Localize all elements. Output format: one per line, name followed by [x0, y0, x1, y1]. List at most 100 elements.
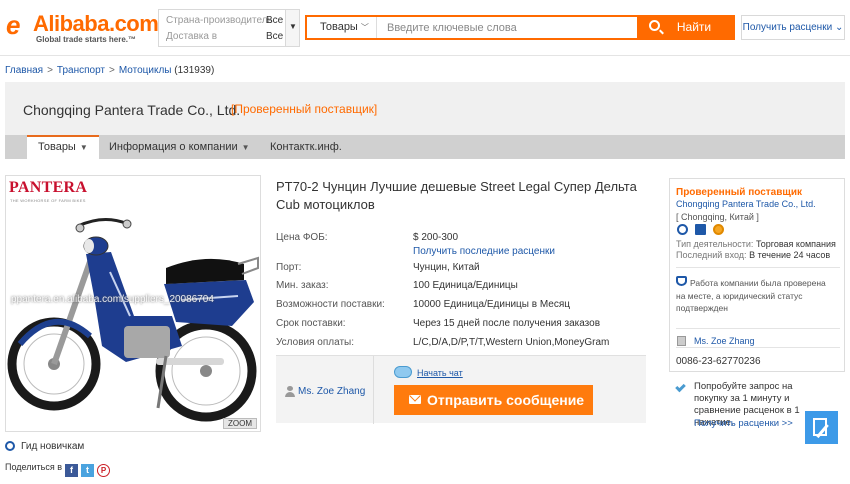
get-quotes-button[interactable]: Получить расценки ⌄ — [741, 15, 845, 40]
delivery-label: Доставка в — [166, 31, 218, 42]
breadcrumb-separator: > — [47, 65, 53, 76]
checkmark-icon — [675, 381, 686, 393]
breadcrumb-separator: > — [109, 65, 115, 76]
chat-icon[interactable] — [394, 366, 412, 378]
spec-value: $ 200-300 — [413, 232, 459, 243]
spec-value: 10000 Единица/Единицы в Месяц — [413, 299, 570, 310]
search-category-label: Товары — [320, 21, 358, 33]
spec-label: Возможности поставки: — [276, 299, 385, 310]
logo-mark-icon: e — [6, 10, 21, 40]
send-message-button[interactable]: Отправить сообщение — [394, 385, 593, 415]
search-bar: Товары﹀ Найти — [305, 15, 735, 40]
spec-value: L/C,D/A,D/P,T/T,Western Union,MoneyGram — [413, 337, 610, 348]
delivery-row: Доставка в Все — [166, 31, 283, 42]
supplier-heading: Проверенный поставщик — [676, 187, 802, 198]
latest-quotes-link[interactable]: Получить последние расценки — [413, 246, 555, 257]
search-button[interactable]: Найти — [637, 15, 733, 40]
divider — [676, 347, 840, 348]
share-label: Поделиться в — [5, 462, 62, 472]
search-icon — [5, 441, 15, 451]
pantera-logo-subtitle: THE WORKHORSE OF FARM BIKES — [10, 198, 86, 203]
breadcrumb-transport[interactable]: Транспорт — [57, 65, 105, 76]
breadcrumb-motorcycles[interactable]: Мотоциклы — [119, 65, 172, 76]
country-row: Страна-производитель Все — [166, 15, 283, 26]
divider — [676, 328, 840, 329]
share-bar: Поделиться вftP — [5, 462, 110, 477]
breadcrumb-home[interactable]: Главная — [5, 65, 43, 76]
logo-text: Alibaba.com — [33, 11, 159, 36]
pinterest-icon[interactable]: P — [96, 464, 110, 477]
tab-contacts-label: Контактк.инф. — [270, 141, 342, 153]
chevron-down-icon: ﹀ — [360, 23, 369, 32]
caret-down-icon: ▼ — [289, 22, 297, 31]
rfq-edit-icon[interactable] — [805, 411, 838, 444]
country-label: Страна-производитель — [166, 15, 273, 26]
clock-icon[interactable] — [677, 224, 688, 235]
breadcrumb-count: (131939) — [174, 65, 215, 76]
logo-tagline: Global trade starts here.™ — [36, 35, 137, 44]
site-header: e Alibaba.com Global trade starts here.™… — [0, 0, 850, 56]
breadcrumb: Главная > Транспорт > Мотоциклы (131939) — [5, 65, 214, 76]
start-chat-link[interactable]: Начать чат — [417, 368, 463, 378]
spec-label: Мин. заказ: — [276, 280, 329, 291]
spec-value: 100 Единица/Единицы — [413, 280, 518, 291]
business-type-label: Тип деятельности: — [676, 239, 754, 249]
beginners-guide-label: Гид новичкам — [21, 441, 85, 452]
search-category-select[interactable]: Товары ﹀ — [307, 17, 377, 38]
image-watermark: ppantera.en.alibaba.com/suppliers_200867… — [11, 294, 214, 305]
delivery-value: Все — [266, 31, 284, 42]
supplier-panel: Проверенный поставщик Chongqing Pantera … — [669, 178, 845, 372]
business-type-value: Торговая компания — [755, 239, 836, 249]
tab-contacts[interactable]: Контактк.инф. — [270, 135, 342, 159]
tab-products[interactable]: Товары ▼ — [27, 135, 99, 159]
supplier-location: [ Chongqing, Китай ] — [676, 212, 759, 222]
spec-label: Порт: — [276, 262, 302, 273]
spec-value: Чунцин, Китай — [413, 262, 480, 273]
last-login-label: Последний вход: — [676, 250, 747, 260]
region-selector[interactable]: Страна-производитель Все Доставка в Все … — [158, 9, 300, 47]
company-banner: Chongqing Pantera Trade Co., Ltd. [Прове… — [5, 82, 845, 135]
product-title: PT70-2 Чунцин Лучшие дешевые Street Lega… — [276, 179, 637, 212]
person-icon — [285, 386, 295, 397]
beginners-guide-link[interactable]: Гид новичкам — [5, 441, 84, 452]
gold-supplier-icon[interactable] — [713, 224, 724, 235]
country-value: Все — [266, 15, 284, 26]
get-quotes-label: Получить расценки — [742, 22, 833, 33]
spec-label: Срок поставки: — [276, 318, 346, 329]
verification-text: Работа компании была проверена на месте,… — [676, 278, 826, 313]
search-button-label: Найти — [676, 20, 712, 34]
spec-label: Цена ФОБ: — [276, 232, 328, 243]
twitter-icon[interactable]: t — [80, 464, 94, 477]
rfq-get-quotes-link[interactable]: Получить расценки >> — [694, 418, 793, 429]
spec-label: Условия оплаты: — [276, 337, 354, 348]
send-message-label: Отправить сообщение — [427, 392, 585, 408]
pantera-logo: PANTERA — [9, 179, 88, 196]
contact-name-link[interactable]: Ms. Zoe Zhang — [298, 386, 365, 397]
zoom-button[interactable]: ZOOM — [223, 418, 257, 429]
supplier-name-link[interactable]: Chongqing Pantera Trade Co., Ltd. — [676, 199, 816, 209]
last-login: Последний вход: В течение 24 часов — [676, 250, 830, 260]
business-type: Тип деятельности: Торговая компания — [676, 239, 836, 249]
envelope-icon — [409, 395, 421, 404]
search-input[interactable] — [379, 17, 634, 38]
product-image[interactable]: PANTERA THE WORKHORSE OF FARM BIKES ppan… — [5, 175, 261, 432]
supplier-phone: 0086-23-62770236 — [676, 356, 761, 367]
contact-box: Ms. Zoe Zhang Начать чат Отправить сообщ… — [276, 355, 646, 424]
tab-company-info[interactable]: Информация о компании ▼ — [109, 135, 250, 159]
region-dropdown-button[interactable]: ▼ — [285, 10, 299, 46]
divider — [676, 267, 840, 268]
caret-down-icon: ▼ — [79, 143, 88, 152]
company-name[interactable]: Chongqing Pantera Trade Co., Ltd. — [23, 102, 240, 118]
search-icon — [649, 20, 660, 31]
tab-company-info-label: Информация о компании — [109, 141, 238, 153]
supplier-contact-link[interactable]: Ms. Zoe Zhang — [694, 336, 755, 346]
company-nav: Товары ▼ Информация о компании ▼ Контактк.… — [5, 135, 845, 159]
facebook-icon[interactable]: f — [64, 464, 78, 477]
alibaba-logo[interactable]: e Alibaba.com Global trade starts here.™ — [6, 8, 159, 48]
spec-value: Через 15 дней после получения заказов — [413, 318, 601, 329]
chevron-down-icon: ⌄ — [834, 22, 844, 33]
assessment-icon[interactable] — [695, 224, 706, 235]
verified-supplier-tag[interactable]: [Проверенный поставщик] — [231, 102, 377, 116]
contact-person: Ms. Zoe Zhang — [276, 356, 374, 424]
contact-card-icon — [677, 336, 686, 346]
